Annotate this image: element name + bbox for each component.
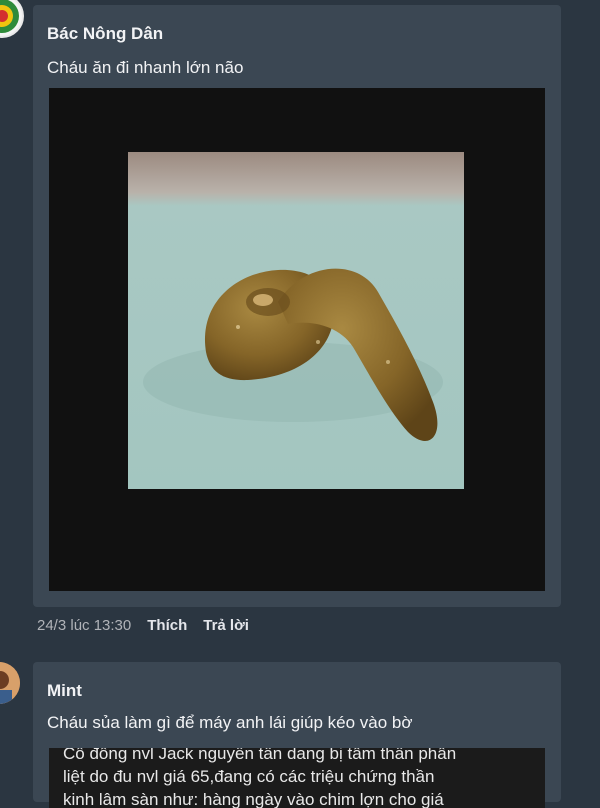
comment-meta: 24/3 lúc 13:30 Thích Trả lời — [37, 617, 249, 634]
quoted-text: Cổ đông nvl Jack nguyễn tấn dang bị tâm … — [63, 748, 533, 808]
comment-timestamp[interactable]: 24/3 lúc 13:30 — [37, 617, 131, 634]
comment-text: Cháu ăn đi nhanh lớn não — [47, 58, 244, 77]
like-button[interactable]: Thích — [147, 617, 187, 634]
quoted-text-image[interactable]: Cổ đông nvl Jack nguyễn tấn dang bị tâm … — [49, 748, 545, 808]
avatar-mint[interactable] — [0, 662, 20, 704]
quote-line: Cổ đông nvl Jack nguyễn tấn dang bị tâm … — [63, 748, 457, 763]
comment-image[interactable] — [49, 88, 545, 591]
quote-line: liệt do đu nvl giá 65,đang có các triệu … — [63, 767, 435, 786]
comment-text: Cháu sủa làm gì để máy anh lái giúp kéo … — [47, 713, 413, 732]
comment-author[interactable]: Mint — [47, 681, 82, 701]
reply-button[interactable]: Trả lời — [203, 617, 249, 634]
farmer-logo-icon — [0, 0, 19, 33]
comment-bubble-2: Mint Cháu sủa làm gì để máy anh lái giúp… — [33, 662, 561, 808]
comment-author[interactable]: Bác Nông Dân — [47, 24, 163, 44]
avatar-bac-nong-dan[interactable] — [0, 0, 24, 38]
comment-bubble-1: Bác Nông Dân Cháu ăn đi nhanh lớn não — [33, 5, 561, 607]
quote-line: kinh lâm sàn như: hàng ngày vào chim lợn… — [63, 790, 444, 808]
food-photo — [128, 152, 464, 489]
profile-photo-icon — [0, 662, 20, 704]
